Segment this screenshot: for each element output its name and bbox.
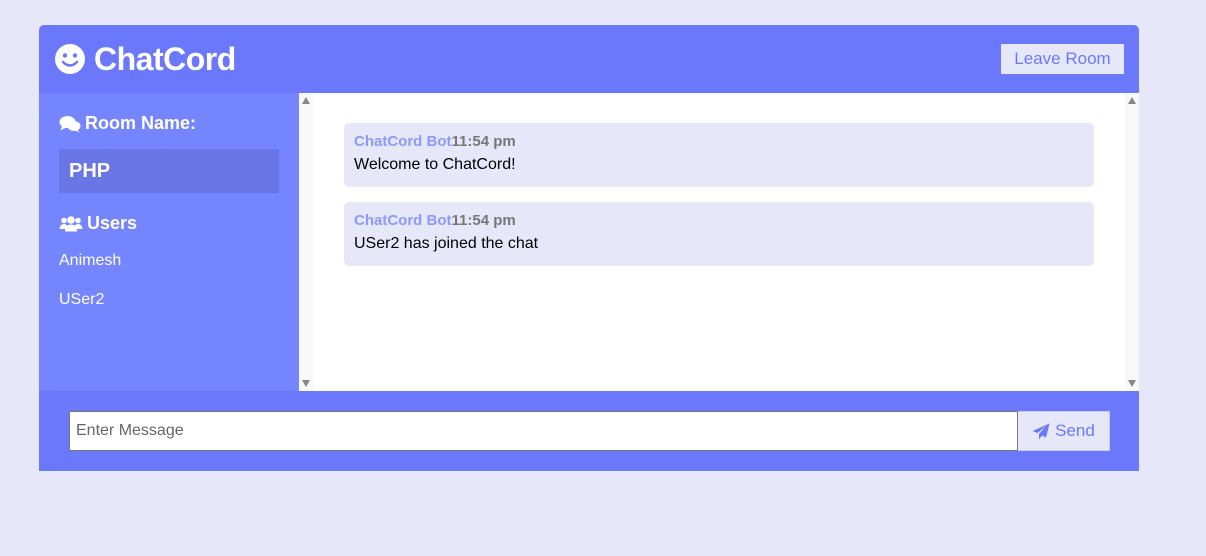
leave-room-button[interactable]: Leave Room — [1001, 44, 1124, 74]
user-list-item: USer2 — [59, 291, 105, 308]
comments-icon — [59, 115, 81, 132]
message-username: ChatCord Bot — [354, 133, 452, 150]
app-title: ChatCord — [94, 40, 236, 77]
users-icon — [59, 215, 83, 231]
message-input[interactable] — [69, 411, 1018, 451]
scroll-down-arrow-icon[interactable] — [1128, 380, 1136, 387]
message-meta: ChatCord Bot11:54 pm — [354, 212, 1084, 229]
chat-header: ChatCord Leave Room — [39, 25, 1139, 93]
room-name-heading-label: Room Name: — [85, 113, 197, 133]
smile-icon — [55, 44, 85, 74]
message-text: USer2 has joined the chat — [354, 235, 539, 252]
left-scrollbar[interactable] — [299, 93, 313, 391]
send-button-label: Send — [1055, 421, 1095, 440]
chat-form-container: Send — [39, 391, 1139, 471]
send-button[interactable]: Send — [1018, 411, 1110, 451]
chat-messages[interactable]: ChatCord Bot11:54 pm Welcome to ChatCord… — [299, 93, 1139, 391]
message-username: ChatCord Bot — [354, 212, 452, 229]
chat-sidebar: Room Name: PHP Users Animesh USer2 — [39, 93, 299, 391]
scroll-up-arrow-icon[interactable] — [302, 97, 310, 104]
room-name-heading: Room Name: — [59, 113, 279, 134]
right-scrollbar[interactable] — [1125, 93, 1139, 391]
chat-container: ChatCord Leave Room Room Name: PHP Users… — [39, 25, 1139, 471]
paper-plane-icon — [1032, 423, 1050, 439]
scroll-down-arrow-icon[interactable] — [302, 380, 310, 387]
message-time: 11:54 pm — [451, 212, 516, 229]
message-meta: ChatCord Bot11:54 pm — [354, 133, 1084, 150]
message: ChatCord Bot11:54 pm USer2 has joined th… — [344, 202, 1094, 266]
user-list-item: Animesh — [59, 252, 122, 269]
scroll-up-arrow-icon[interactable] — [1128, 97, 1136, 104]
user-list: Animesh USer2 — [59, 250, 279, 328]
room-name: PHP — [59, 149, 279, 193]
app-logo: ChatCord — [54, 41, 236, 78]
message: ChatCord Bot11:54 pm Welcome to ChatCord… — [344, 123, 1094, 187]
message-text: Welcome to ChatCord! — [354, 156, 516, 173]
message-time: 11:54 pm — [451, 133, 516, 150]
chat-main: Room Name: PHP Users Animesh USer2 ChatC… — [39, 93, 1139, 391]
users-heading: Users — [59, 213, 279, 234]
users-heading-label: Users — [87, 213, 138, 233]
